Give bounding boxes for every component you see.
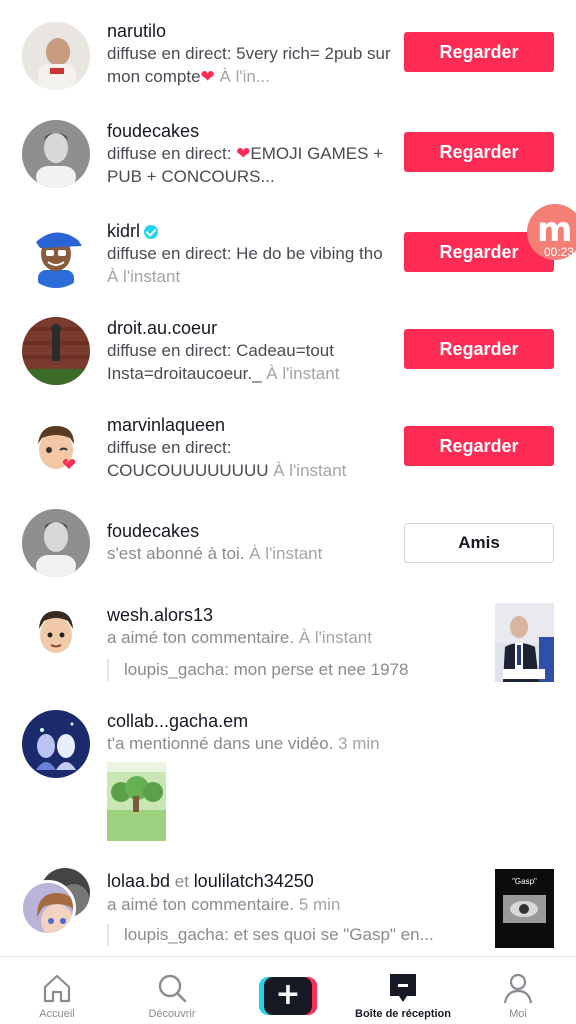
comment-quote: loupis_gacha: mon perse et nee 1978 bbox=[107, 659, 408, 681]
notification-text: s'est abonné à toi. À l'instant bbox=[107, 544, 323, 563]
thumbnail-caption: "Gasp" bbox=[512, 877, 537, 886]
username[interactable]: foudecakes bbox=[107, 520, 397, 542]
notification-row[interactable]: foudecakes s'est abonné à toi. À l'insta… bbox=[0, 494, 576, 589]
avatar[interactable] bbox=[22, 22, 90, 90]
tab-label: Découvrir bbox=[148, 1008, 196, 1020]
notification-row[interactable]: wesh.alors13 a aimé ton commentaire. À l… bbox=[0, 589, 576, 694]
watch-live-button[interactable]: Regarder bbox=[404, 32, 554, 72]
notification-row[interactable]: narutilo diffuse en direct: 5very rich= … bbox=[0, 0, 576, 100]
avatar[interactable] bbox=[22, 317, 90, 385]
verified-badge-icon bbox=[144, 225, 159, 240]
notification-text: diffuse en direct: He do be vibing tho À… bbox=[107, 244, 383, 286]
username[interactable]: narutilo bbox=[107, 20, 397, 42]
video-thumbnail[interactable] bbox=[107, 762, 166, 841]
notification-row[interactable]: marvinlaqueen diffuse en direct: COUCOUU… bbox=[0, 397, 576, 494]
comment-quote: loupis_gacha: et ses quoi se "Gasp" en..… bbox=[107, 924, 434, 946]
search-icon bbox=[158, 974, 187, 1003]
floating-badge-timer: 00:23 bbox=[544, 245, 575, 259]
watch-live-button[interactable]: Regarder bbox=[404, 426, 554, 466]
avatar[interactable] bbox=[20, 880, 76, 936]
notification-row[interactable]: droit.au.coeur diffuse en direct: Cadeau… bbox=[0, 300, 576, 397]
video-thumbnail[interactable]: "Gasp" bbox=[495, 869, 554, 948]
tab-label: Moi bbox=[509, 1008, 527, 1020]
avatar[interactable] bbox=[22, 599, 90, 667]
profile-icon bbox=[503, 973, 533, 1004]
notification-row[interactable]: kidrl diffuse en direct: He do be vibing… bbox=[0, 200, 576, 300]
notification-list: narutilo diffuse en direct: 5very rich= … bbox=[0, 0, 576, 956]
username-primary[interactable]: lolaa.bd bbox=[107, 871, 170, 891]
tab-inbox[interactable]: Boîte de réception bbox=[346, 957, 460, 1024]
tab-label: Accueil bbox=[39, 1008, 75, 1020]
username[interactable]: collab...gacha.em bbox=[107, 710, 467, 732]
watch-live-button[interactable]: Regarder bbox=[404, 132, 554, 172]
notification-row[interactable]: collab...gacha.em t'a mentionné dans une… bbox=[0, 694, 576, 854]
notification-text: t'a mentionné dans une vidéo. 3 min bbox=[107, 734, 380, 753]
video-thumbnail[interactable] bbox=[495, 603, 554, 682]
username[interactable]: wesh.alors13 bbox=[107, 604, 447, 626]
avatar[interactable] bbox=[22, 414, 90, 482]
plus-icon: + bbox=[264, 977, 312, 1015]
notification-row[interactable]: lolaa.bd et loulilatch34250 a aimé ton c… bbox=[0, 854, 576, 956]
username[interactable]: foudecakes bbox=[107, 120, 397, 142]
avatar[interactable] bbox=[22, 120, 90, 188]
home-icon bbox=[43, 974, 71, 1003]
inbox-icon bbox=[390, 974, 416, 1002]
friends-button[interactable]: Amis bbox=[404, 523, 554, 563]
username-secondary[interactable]: loulilatch34250 bbox=[194, 871, 314, 891]
username[interactable]: kidrl bbox=[107, 220, 387, 242]
tab-label: Boîte de réception bbox=[355, 1008, 451, 1020]
notification-text: a aimé ton commentaire. À l'instant bbox=[107, 628, 372, 647]
watch-live-button[interactable]: Regarder bbox=[404, 329, 554, 369]
notification-text: diffuse en direct: COUCOUUUUUUUU À l'ins… bbox=[107, 438, 347, 480]
notification-text: diffuse en direct: Cadeau=tout Insta=dro… bbox=[107, 341, 340, 383]
notification-text: diffuse en direct: 5very rich= 2pub sur … bbox=[107, 44, 391, 86]
username[interactable]: lolaa.bd et loulilatch34250 bbox=[107, 870, 447, 893]
username[interactable]: droit.au.coeur bbox=[107, 317, 387, 339]
avatar[interactable] bbox=[22, 710, 90, 778]
notification-text: diffuse en direct: ❤EMOJI GAMES + PUB + … bbox=[107, 144, 384, 186]
notification-row[interactable]: foudecakes diffuse en direct: ❤EMOJI GAM… bbox=[0, 100, 576, 200]
notification-text: a aimé ton commentaire. 5 min bbox=[107, 895, 341, 914]
tab-discover[interactable]: Découvrir bbox=[132, 957, 212, 1024]
tab-home[interactable]: Accueil bbox=[18, 957, 96, 1024]
create-button[interactable]: + bbox=[259, 977, 317, 1015]
avatar[interactable] bbox=[22, 509, 90, 577]
floating-badge-letter: m bbox=[537, 210, 573, 250]
tab-me[interactable]: Moi bbox=[488, 957, 548, 1024]
username[interactable]: marvinlaqueen bbox=[107, 414, 387, 436]
avatar[interactable] bbox=[22, 220, 90, 288]
bottom-tab-bar: Accueil Découvrir + Boîte de réception M… bbox=[0, 956, 576, 1024]
